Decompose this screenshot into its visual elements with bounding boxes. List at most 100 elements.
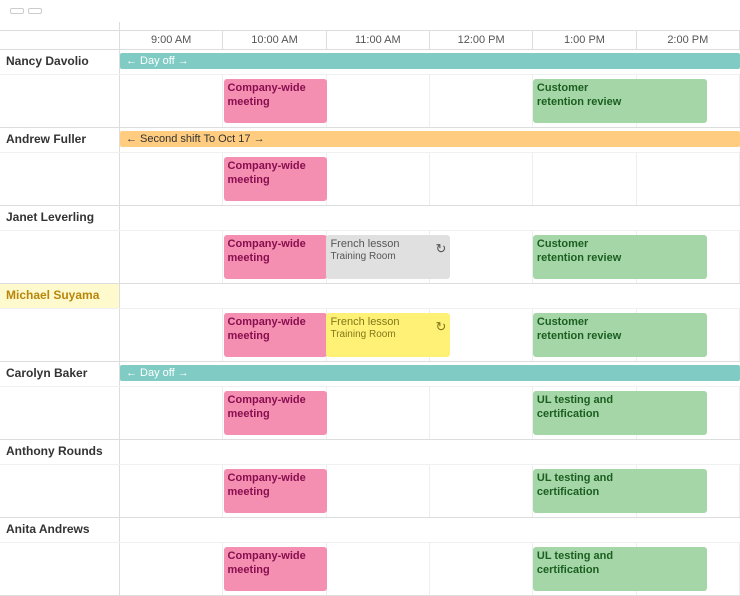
time-col-5-3 [430,465,533,517]
time-col-0-3 [430,75,533,127]
event-block-0-1[interactable]: Customerretention review [533,79,707,123]
time-slot-header-2: 11:00 AM [327,31,430,49]
event-block-6-1[interactable]: UL testing andcertification [533,547,707,591]
person-label-5: Anthony Rounds [0,440,120,464]
person-group-6: Anita Andrews Company-widemeeting UL testi… [0,518,740,596]
person-label-4: Carolyn Baker [0,362,120,386]
event-block-6-0[interactable]: Company-widemeeting [224,547,328,591]
allday-content-0: ← Day off → [120,50,740,74]
name-row-6: Anita Andrews [0,518,740,542]
events-label-3 [0,309,120,361]
header-nav [0,0,740,22]
person-group-5: Anthony Rounds Company-widemeeting UL test… [0,440,740,518]
events-content-4: Company-widemeeting UL testing andcertifi… [120,387,740,439]
prev-nav-button[interactable] [10,8,24,14]
time-col-0-0 [120,75,223,127]
events-content-6: Company-widemeeting UL testing andcertifi… [120,543,740,595]
time-slot-header-0: 9:00 AM [120,31,223,49]
events-content-2: Company-widemeetingFrench lessonTraining… [120,231,740,283]
time-slot-header-3: 12:00 PM [430,31,533,49]
event-block-2-1[interactable]: French lessonTraining Room↻ [326,235,450,279]
events-label-5 [0,465,120,517]
allday-row-4: Carolyn Baker← Day off → [0,362,740,386]
allday-bar-4[interactable]: ← Day off → [120,365,740,381]
events-row-0: Company-widemeeting Customerretention rev… [0,74,740,127]
time-col-5-0 [120,465,223,517]
event-block-2-0[interactable]: Company-widemeeting [224,235,328,279]
time-slot-header-5: 2:00 PM [637,31,740,49]
person-label-0: Nancy Davolio [0,50,120,74]
events-content-3: Company-widemeetingFrench lessonTraining… [120,309,740,361]
allday-row-0: Nancy Davolio← Day off → [0,50,740,74]
name-row-3: Michael Suyama [0,284,740,308]
name-row-5: Anthony Rounds [0,440,740,464]
event-block-5-0[interactable]: Company-widemeeting [224,469,328,513]
time-slot-header-4: 1:00 PM [533,31,636,49]
event-block-0-0[interactable]: Company-widemeeting [224,79,328,123]
events-label-2 [0,231,120,283]
time-col-0-2 [327,75,430,127]
person-group-1: Andrew Fuller← Second shift To Oct 17 → C… [0,128,740,206]
events-row-3: Company-widemeetingFrench lessonTraining… [0,308,740,361]
event-block-2-2[interactable]: Customerretention review [533,235,707,279]
events-row-1: Company-widemeeting [0,152,740,205]
events-row-2: Company-widemeetingFrench lessonTraining… [0,230,740,283]
time-col-1-3 [430,153,533,205]
time-col-1-4 [533,153,636,205]
time-col-5-2 [327,465,430,517]
person-label-6: Anita Andrews [0,518,120,542]
time-col-1-0 [120,153,223,205]
time-col-1-2 [327,153,430,205]
time-grid-1 [120,153,740,205]
time-col-4-2 [327,387,430,439]
events-label-0 [0,75,120,127]
events-label-6 [0,543,120,595]
events-row-4: Company-widemeeting UL testing andcertifi… [0,386,740,439]
events-row-6: Company-widemeeting UL testing andcertifi… [0,542,740,595]
event-block-3-1[interactable]: French lessonTraining Room↻ [326,313,450,357]
allday-content-1: ← Second shift To Oct 17 → [120,128,740,152]
event-block-3-0[interactable]: Company-widemeeting [224,313,328,357]
name-row-2: Janet Leverling [0,206,740,230]
time-col-2-0 [120,231,223,283]
allday-bar-0[interactable]: ← Day off → [120,53,740,69]
person-group-2: Janet LeverlingCompany-widemeetingFrench… [0,206,740,284]
events-content-5: Company-widemeeting UL testing andcertifi… [120,465,740,517]
person-group-3: Michael SuyamaCompany-widemeetingFrench … [0,284,740,362]
time-col-4-3 [430,387,533,439]
next-nav-button[interactable] [28,8,42,14]
person-name-4: Carolyn Baker [0,362,119,384]
day-label-row [0,22,740,31]
events-label-1 [0,153,120,205]
person-label-2: Janet Leverling [0,206,120,230]
events-content-0: Company-widemeeting Customerretention rev… [120,75,740,127]
person-group-0: Nancy Davolio← Day off →Company-widemeet… [0,50,740,128]
calendar-container: 9:00 AM10:00 AM11:00 AM12:00 PM1:00 PM2:… [0,22,740,596]
time-col-1-5 [637,153,740,205]
events-content-1: Company-widemeeting [120,153,740,205]
time-slot-header-1: 10:00 AM [223,31,326,49]
person-name-0: Nancy Davolio [0,50,119,72]
people-rows: Nancy Davolio← Day off →Company-widemeet… [0,50,740,596]
row-label-header [0,31,120,49]
time-col-6-2 [327,543,430,595]
events-row-5: Company-widemeeting UL testing andcertifi… [0,464,740,517]
allday-bar-1[interactable]: ← Second shift To Oct 17 → [120,131,740,147]
time-columns-header: 9:00 AM10:00 AM11:00 AM12:00 PM1:00 PM2:… [120,31,740,49]
person-label-3: Michael Suyama [0,284,120,308]
person-name-1: Andrew Fuller [0,128,119,150]
time-col-4-0 [120,387,223,439]
time-col-6-0 [120,543,223,595]
person-label-1: Andrew Fuller [0,128,120,152]
row-label-day-empty [0,22,120,30]
event-block-4-0[interactable]: Company-widemeeting [224,391,328,435]
event-block-4-1[interactable]: UL testing andcertification [533,391,707,435]
time-header-row: 9:00 AM10:00 AM11:00 AM12:00 PM1:00 PM2:… [0,31,740,50]
day-label-cell [120,22,740,30]
event-block-5-1[interactable]: UL testing andcertification [533,469,707,513]
time-col-6-3 [430,543,533,595]
events-label-4 [0,387,120,439]
event-block-1-0[interactable]: Company-widemeeting [224,157,328,201]
event-block-3-2[interactable]: Customerretention review [533,313,707,357]
allday-content-4: ← Day off → [120,362,740,386]
